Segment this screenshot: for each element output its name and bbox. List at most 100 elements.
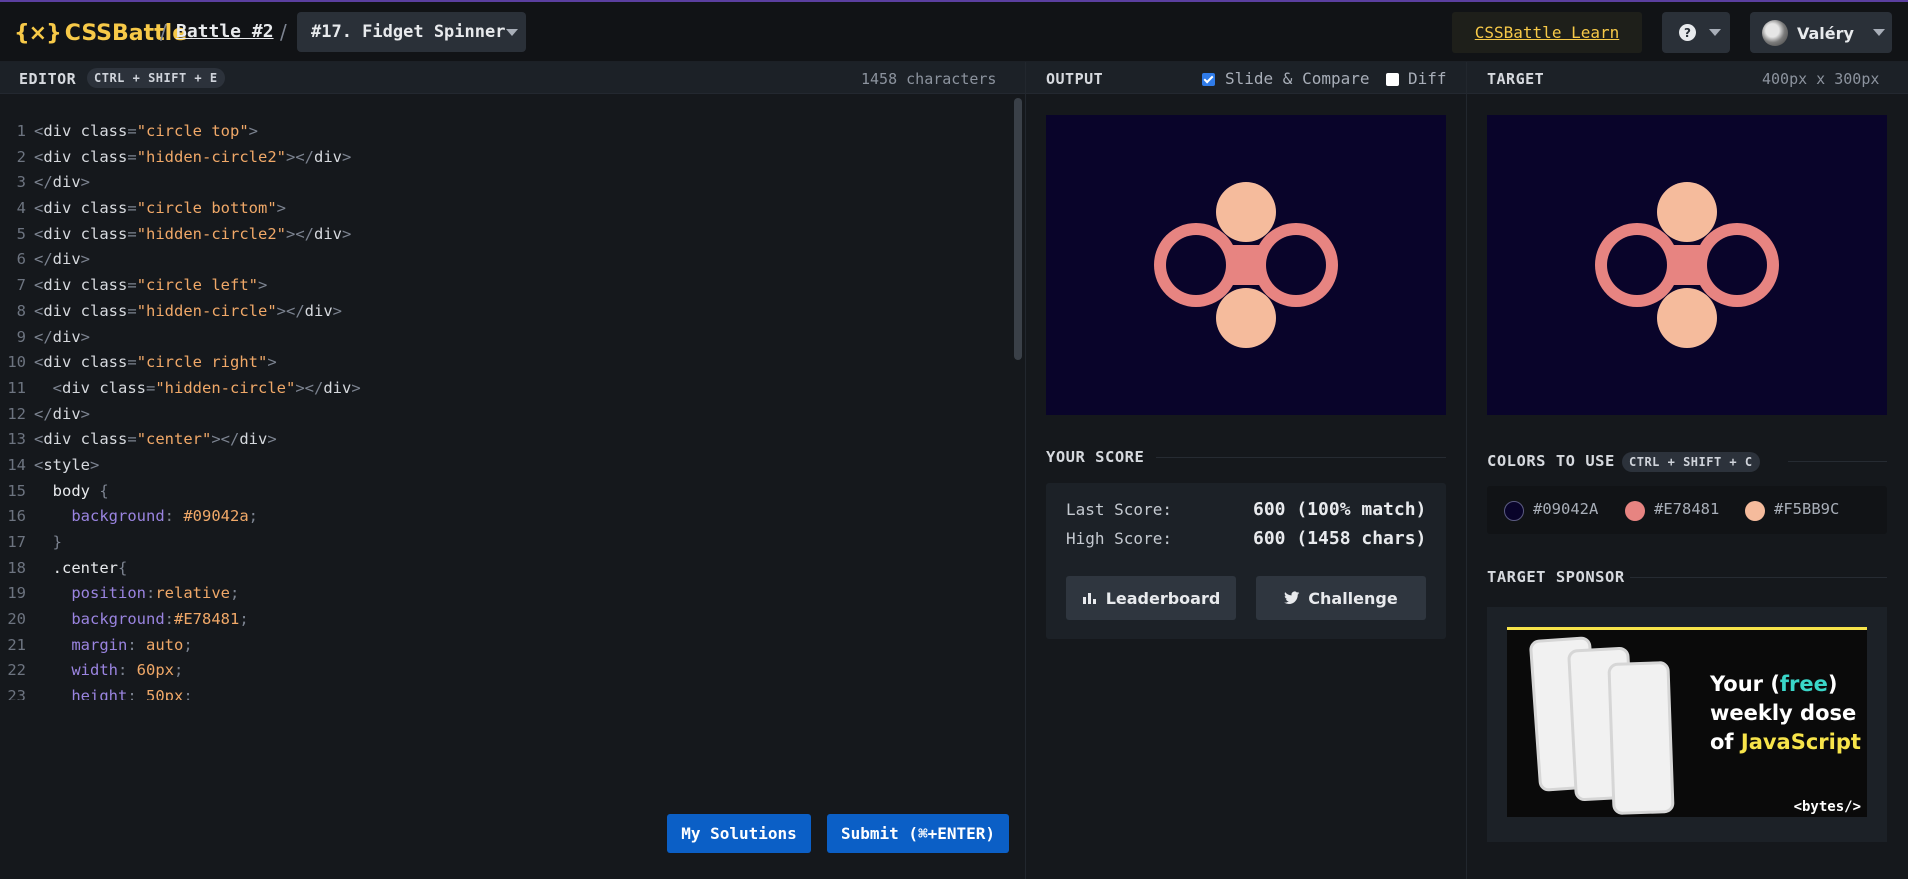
- code-text[interactable]: <div class="center"></div>: [34, 430, 277, 448]
- code-lines[interactable]: 1 <div class="circle top"> 2 <div class="hi…: [0, 119, 1010, 801]
- color-hex[interactable]: #F5BB9C: [1774, 500, 1839, 518]
- code-text[interactable]: background:#E78481;: [34, 610, 248, 629]
- diff-label[interactable]: Diff: [1408, 69, 1447, 88]
- code-line[interactable]: 21 margin: auto;: [0, 633, 1010, 659]
- code-editor[interactable]: 1 <div class="circle top"> 2 <div class="hi…: [0, 94, 1025, 801]
- code-line[interactable]: 11 <div class="hidden-circle"></div>: [0, 376, 1010, 402]
- code-token: =: [127, 122, 137, 140]
- code-token: div: [52, 250, 81, 269]
- code-line[interactable]: 14 <style>: [0, 453, 1010, 479]
- code-token: </: [34, 327, 53, 346]
- code-token: >: [80, 327, 91, 346]
- spinner-left-hole: [1166, 235, 1226, 295]
- code-token: =: [127, 224, 137, 243]
- code-token: class: [80, 276, 128, 295]
- my-solutions-button[interactable]: My Solutions: [667, 814, 811, 853]
- code-text[interactable]: <div class="circle bottom">: [34, 199, 286, 217]
- code-text[interactable]: <div class="hidden-circle2"></div>: [34, 148, 351, 166]
- code-line[interactable]: 10 <div class="circle right">: [0, 350, 1010, 376]
- code-text[interactable]: }: [34, 533, 62, 551]
- code-token: div: [52, 404, 81, 423]
- color-hex[interactable]: #E78481: [1654, 500, 1719, 518]
- color-swatch[interactable]: [1625, 501, 1645, 521]
- code-text[interactable]: </div>: [34, 328, 90, 346]
- code-text[interactable]: margin: auto;: [34, 636, 192, 654]
- code-token: "hidden-circle2": [136, 224, 286, 243]
- code-line[interactable]: 3 </div>: [0, 170, 1010, 196]
- spinner-top-blob: [1657, 182, 1717, 242]
- code-token: =: [146, 378, 156, 397]
- code-text[interactable]: position:relative;: [34, 584, 239, 602]
- slide-compare-label[interactable]: Slide & Compare: [1225, 69, 1370, 88]
- code-text[interactable]: </div>: [34, 173, 90, 191]
- code-line[interactable]: 1 <div class="circle top">: [0, 119, 1010, 145]
- line-number: 4: [16, 199, 26, 218]
- code-text[interactable]: body {: [34, 482, 109, 500]
- code-line[interactable]: 19 position:relative;: [0, 581, 1010, 607]
- diff-checkbox[interactable]: [1386, 73, 1399, 86]
- learn-link[interactable]: CSSBattle Learn: [1452, 12, 1642, 53]
- challenge-button[interactable]: Challenge: [1256, 576, 1426, 620]
- editor-scrollbar[interactable]: [1012, 96, 1022, 801]
- color-swatch[interactable]: [1504, 501, 1524, 521]
- code-text[interactable]: <div class="circle top">: [34, 122, 258, 140]
- code-token: >: [80, 250, 91, 269]
- color-swatch[interactable]: [1745, 501, 1765, 521]
- code-token: background: [34, 610, 165, 629]
- section-rule: [1156, 457, 1446, 458]
- code-token: ></: [276, 301, 305, 320]
- target-title: TARGET: [1487, 70, 1545, 88]
- battle-link[interactable]: Battle #2: [176, 21, 274, 42]
- submit-button[interactable]: Submit (⌘+ENTER): [827, 814, 1009, 853]
- breadcrumb-separator: /: [280, 20, 287, 44]
- code-text[interactable]: </div>: [34, 250, 90, 268]
- code-line[interactable]: 22 width: 60px;: [0, 658, 1010, 684]
- leaderboard-button[interactable]: Leaderboard: [1066, 576, 1236, 620]
- code-line[interactable]: 8 <div class="hidden-circle"></div>: [0, 299, 1010, 325]
- code-line[interactable]: 17 }: [0, 530, 1010, 556]
- code-line[interactable]: 12 </div>: [0, 402, 1010, 428]
- code-text[interactable]: </div>: [34, 405, 90, 423]
- code-line[interactable]: 13 <div class="center"></div>: [0, 427, 1010, 453]
- challenge-select[interactable]: #17. Fidget Spinner: [297, 12, 526, 52]
- editor-scrollbar-thumb[interactable]: [1014, 98, 1022, 360]
- code-line[interactable]: 5 <div class="hidden-circle2"></div>: [0, 222, 1010, 248]
- code-token: :: [145, 584, 156, 603]
- help-button[interactable]: ?: [1662, 12, 1730, 53]
- code-token: #09042a: [183, 507, 249, 526]
- code-text[interactable]: <div class="circle right">: [34, 353, 277, 371]
- code-token: style: [43, 455, 91, 474]
- code-line[interactable]: 18 .center{: [0, 556, 1010, 582]
- code-line[interactable]: 16 background: #09042a;: [0, 504, 1010, 530]
- code-token: class: [80, 199, 128, 218]
- ad-headline-1: Your (free): [1710, 672, 1838, 696]
- code-token: ;: [174, 661, 184, 680]
- code-text[interactable]: <div class="hidden-circle"></div>: [34, 379, 361, 397]
- code-line[interactable]: 9 </div>: [0, 325, 1010, 351]
- code-token: ></: [286, 147, 314, 166]
- code-token: <: [34, 455, 44, 474]
- slide-compare-checkbox[interactable]: [1202, 73, 1215, 86]
- output-title: OUTPUT: [1046, 70, 1104, 88]
- sponsor-ad[interactable]: Your (free) weekly dose of JavaScript <b…: [1507, 627, 1867, 817]
- code-token: =: [127, 199, 137, 218]
- code-text[interactable]: .center{: [34, 559, 128, 577]
- code-line[interactable]: 15 body {: [0, 479, 1010, 505]
- output-preview[interactable]: [1046, 115, 1446, 415]
- code-text[interactable]: <div class="hidden-circle2"></div>: [34, 225, 351, 243]
- code-text[interactable]: <div class="hidden-circle"></div>: [34, 302, 342, 320]
- code-line[interactable]: 20 background:#E78481;: [0, 607, 1010, 633]
- code-line[interactable]: 6 </div>: [0, 247, 1010, 273]
- code-text[interactable]: <style>: [34, 456, 99, 474]
- code-text[interactable]: <div class="circle left">: [34, 276, 267, 294]
- code-token: class: [99, 378, 146, 397]
- line-number: 20: [7, 610, 26, 629]
- code-line[interactable]: 7 <div class="circle left">: [0, 273, 1010, 299]
- code-line[interactable]: 4 <div class="circle bottom">: [0, 196, 1010, 222]
- color-hex[interactable]: #09042A: [1533, 500, 1598, 518]
- code-text[interactable]: background: #09042a;: [34, 507, 258, 525]
- line-number: 1: [16, 122, 26, 140]
- user-menu-button[interactable]: Valéry: [1750, 12, 1892, 53]
- code-line[interactable]: 2 <div class="hidden-circle2"></div>: [0, 145, 1010, 171]
- code-text[interactable]: width: 60px;: [34, 661, 183, 679]
